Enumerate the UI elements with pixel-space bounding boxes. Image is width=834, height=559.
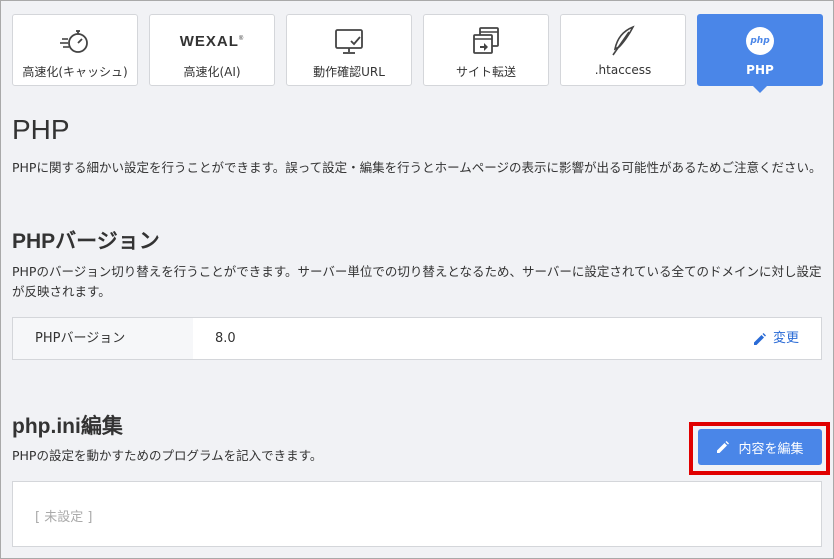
wexal-logo: WEXAL®: [179, 32, 245, 50]
php-version-value: 8.0: [215, 331, 236, 346]
php-version-title: PHPバージョン: [12, 230, 160, 253]
edit-ini-button[interactable]: 内容を編集: [698, 429, 822, 465]
tab-label: PHP: [746, 63, 774, 77]
change-version-link[interactable]: 変更: [753, 318, 799, 359]
tab-label: .htaccess: [594, 63, 652, 77]
pencil-icon: [753, 332, 766, 345]
php-ini-title: php.ini編集: [12, 415, 123, 438]
tab-php[interactable]: php PHP: [697, 14, 823, 93]
page-description: PHPに関する細かい設定を行うことができます。誤って設定・編集を行うとホームペー…: [12, 160, 822, 175]
tab-label: サイト転送: [455, 65, 516, 79]
tab-test-url[interactable]: 動作確認URL: [286, 14, 412, 86]
windows-transfer-icon: [424, 25, 548, 57]
php-version-description: PHPのバージョン切り替えを行うことができます。サーバー単位での切り替えとなるた…: [12, 264, 822, 299]
php-icon: php: [746, 27, 774, 55]
page-title: PHP: [12, 114, 70, 145]
php-ini-content: [ 未設定 ]: [12, 481, 822, 547]
pencil-icon: [717, 441, 730, 453]
feather-icon: [561, 25, 685, 57]
page-frame: 高速化(キャッシュ) WEXAL® 高速化(AI) 動作確認URL サイト転送 …: [0, 0, 834, 559]
tab-htaccess[interactable]: .htaccess: [560, 14, 686, 86]
tab-site-transfer[interactable]: サイト転送: [423, 14, 549, 86]
ini-placeholder: [ 未設定 ]: [35, 510, 93, 525]
monitor-check-icon: [287, 25, 411, 57]
php-version-label: PHPバージョン: [13, 318, 193, 359]
php-version-setting: PHPバージョン 8.0 変更: [12, 317, 822, 360]
tab-label: 高速化(AI): [183, 65, 241, 79]
tab-cache-speedup[interactable]: 高速化(キャッシュ): [12, 14, 138, 86]
tab-label: 高速化(キャッシュ): [22, 65, 128, 79]
tab-ai-speedup[interactable]: WEXAL® 高速化(AI): [149, 14, 275, 86]
stopwatch-icon: [13, 25, 137, 57]
tab-label: 動作確認URL: [313, 65, 385, 79]
